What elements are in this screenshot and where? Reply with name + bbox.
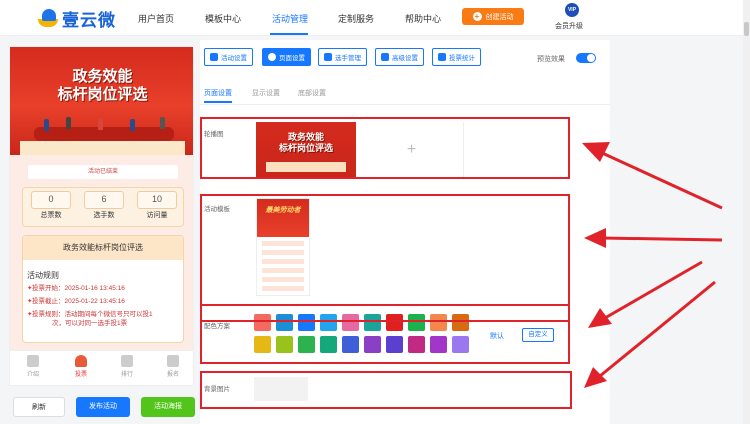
arrow-background [599, 280, 716, 378]
arrow-template [601, 236, 723, 242]
annotation-arrows [582, 142, 723, 388]
arrow-colors [604, 260, 703, 320]
scrollbar[interactable] [743, 0, 750, 424]
arrow-carousel [599, 150, 723, 210]
